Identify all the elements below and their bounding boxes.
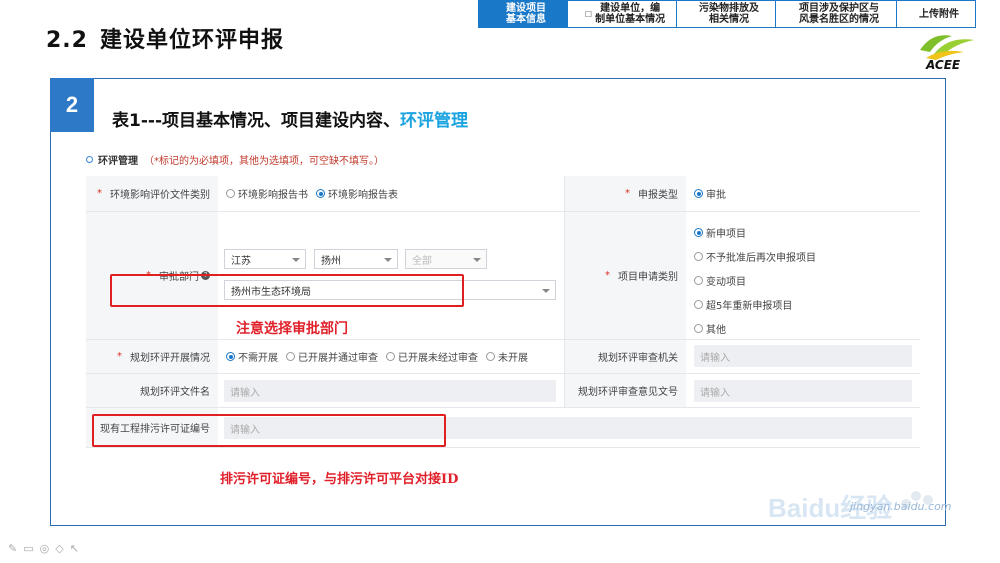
label-plan-eia-status: * 规划环评开展情况 (86, 340, 218, 374)
highlight-box-dept (110, 274, 464, 307)
label-doc-type: * 环境影响评价文件类别 (86, 176, 218, 212)
province-select[interactable]: 江苏 (224, 249, 306, 269)
section-header: 环评管理 （*标记的为必填项，其他为选填项，可空缺不填写。） (86, 152, 384, 167)
step-nav: 建设项目 基本信息 ☐ 建设单位，编 制单位基本情况 污染物排放及 相关情况 项目涉及… (478, 0, 976, 28)
slides-icon[interactable]: ▭ (23, 542, 33, 555)
report-type-group: 审批 (686, 176, 920, 212)
radio-report-type-approval[interactable]: 审批 (694, 186, 726, 201)
plan-review-doc-input[interactable]: 请输入 (694, 380, 912, 402)
chevron-down-icon (473, 258, 481, 262)
chevron-down-icon (542, 289, 550, 293)
eraser-icon[interactable]: ◇ (55, 542, 63, 555)
step-pollutant-info[interactable]: 污染物排放及 相关情况 (676, 0, 776, 28)
radio-apply-resubmit[interactable]: 不予批准后再次申报项目 (694, 249, 816, 264)
radio-doc-type-book[interactable]: 环境影响报告书 (226, 186, 308, 201)
step-project-basic-info[interactable]: 建设项目 基本信息 (478, 0, 568, 28)
slide-toolbar: ✎ ▭ ◎ ◇ ↖ (8, 542, 79, 555)
plan-eia-status-group: 不需开展 已开展并通过审查 已开展未经过审查 未开展 (218, 340, 564, 374)
label-apply-category: * 项目申请类别 (564, 212, 686, 340)
chevron-down-icon (292, 258, 300, 262)
radio-apply-other[interactable]: 其他 (694, 321, 816, 336)
annotation-permit-note: 排污许可证编号，与排污许可平台对接ID (220, 472, 459, 487)
checkbox-icon: ☐ (584, 9, 593, 19)
zoom-icon[interactable]: ◎ (40, 542, 50, 555)
logo-text: ACEE (926, 58, 961, 72)
radio-plan-not-started[interactable]: 未开展 (486, 349, 528, 364)
radio-apply-new[interactable]: 新申项目 (694, 225, 816, 240)
watermark-url: jingyan.baidu.com (850, 500, 952, 513)
radio-doc-type-table[interactable]: 环境影响报告表 (316, 186, 398, 201)
label-plan-review-org: 规划环评审查机关 (564, 340, 686, 374)
radio-apply-change[interactable]: 变动项目 (694, 273, 816, 288)
radio-plan-not-reviewed[interactable]: 已开展未经过审查 (386, 349, 478, 364)
chevron-down-icon (384, 258, 392, 262)
label-plan-review-doc: 规划环评审查意见文号 (564, 374, 686, 408)
label-plan-eia-file: 规划环评文件名 (86, 374, 218, 408)
radio-plan-passed[interactable]: 已开展并通过审查 (286, 349, 378, 364)
radio-apply-over5y[interactable]: 超5年重新申报项目 (694, 297, 816, 312)
plan-review-org-input[interactable]: 请输入 (694, 345, 912, 367)
annotation-dept-note: 注意选择审批部门 (236, 321, 348, 337)
district-select[interactable]: 全部 (405, 249, 487, 269)
section-number-badge: 2 (50, 78, 94, 132)
step-protected-area-info[interactable]: 项目涉及保护区与 风景名胜区的情况 (775, 0, 897, 28)
highlight-box-permit (92, 414, 446, 447)
panel-title: 表1---项目基本情况、项目建设内容、环评管理 (112, 111, 468, 131)
pen-icon[interactable]: ✎ (8, 542, 17, 555)
radio-plan-not-needed[interactable]: 不需开展 (226, 349, 278, 364)
section-dot-icon (86, 156, 93, 163)
step-upload-attachments[interactable]: 上传附件 (896, 0, 976, 28)
city-select[interactable]: 扬州 (314, 249, 398, 269)
apply-category-group: 新申项目 不予批准后再次申报项目 变动项目 超5年重新申报项目 其他 (694, 225, 824, 345)
label-report-type: * 申报类型 (564, 176, 686, 212)
pointer-icon[interactable]: ↖ (70, 542, 79, 555)
step-unit-info[interactable]: ☐ 建设单位，编 制单位基本情况 (567, 0, 677, 28)
plan-eia-file-input[interactable]: 请输入 (224, 380, 556, 402)
doc-type-group: 环境影响报告书 环境影响报告表 (218, 176, 564, 212)
slide-title: 2.2 建设单位环评申报 (46, 28, 284, 53)
